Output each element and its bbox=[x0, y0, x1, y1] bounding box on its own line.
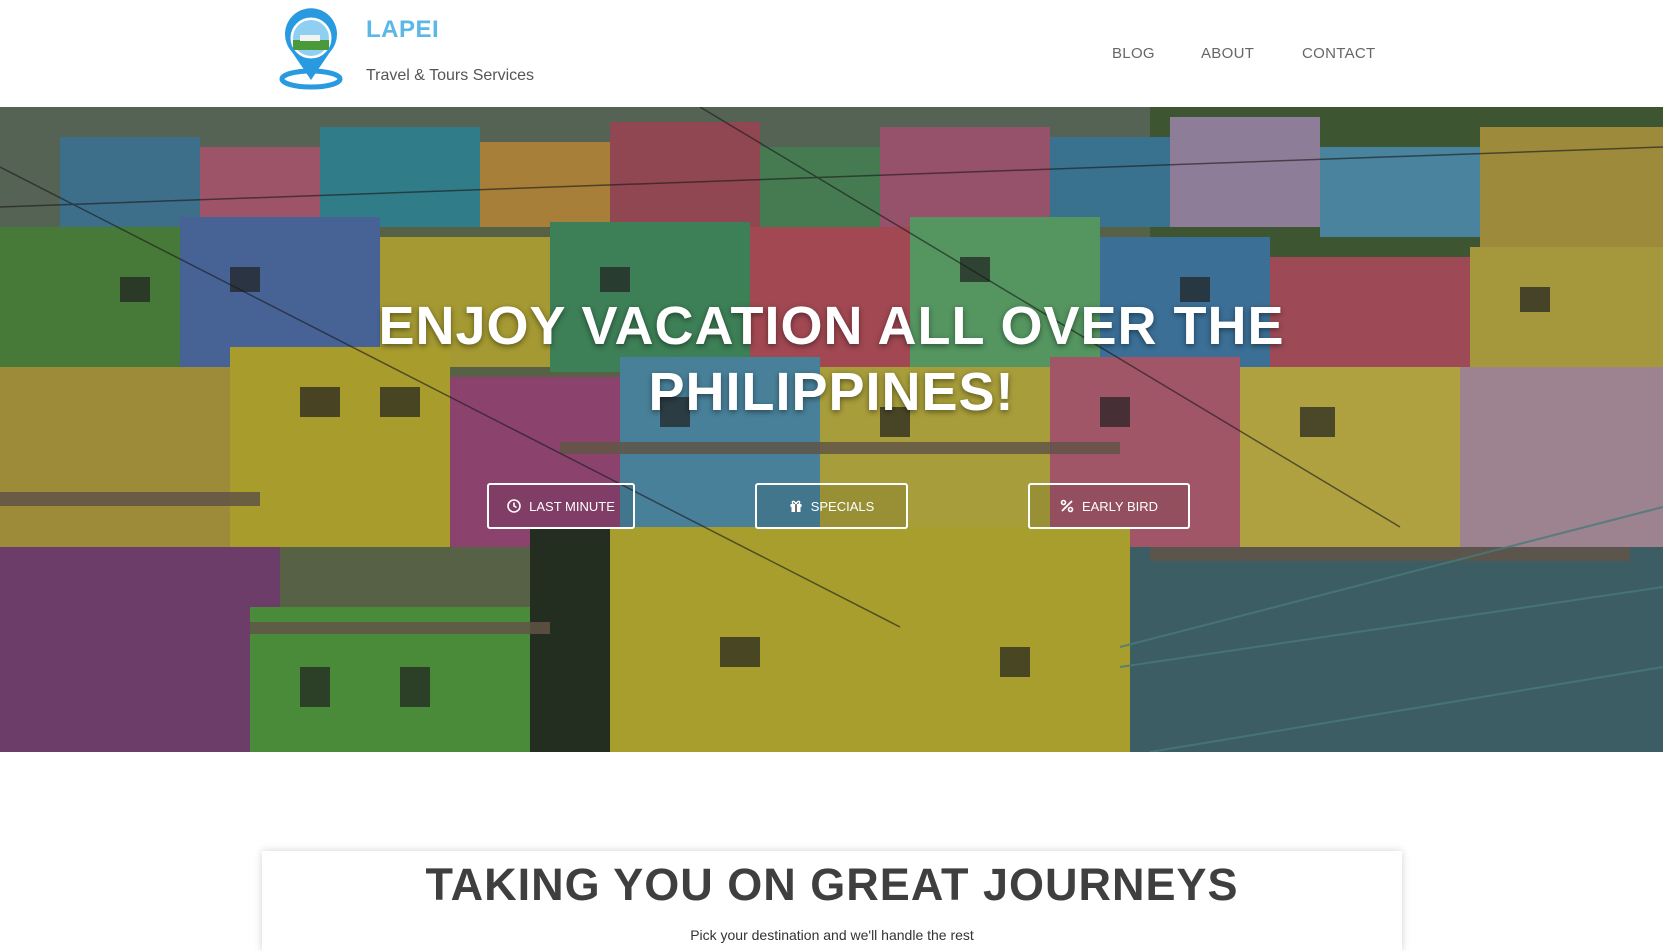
logo-pin-icon[interactable] bbox=[278, 8, 344, 90]
journeys-subtitle: Pick your destination and we'll handle t… bbox=[690, 927, 974, 943]
hero-title-line2: PHILIPPINES! bbox=[648, 362, 1015, 422]
percent-icon bbox=[1060, 499, 1074, 513]
site-header: LAPEI Travel & Tours Services BLOG ABOUT… bbox=[0, 0, 1663, 107]
hero-overlay bbox=[0, 107, 1663, 752]
brand-subtitle: Travel & Tours Services bbox=[366, 67, 535, 84]
nav-blog-link[interactable]: BLOG bbox=[1112, 45, 1155, 62]
nav-contact-link[interactable]: CONTACT bbox=[1302, 45, 1375, 62]
clock-icon bbox=[507, 499, 521, 513]
specials-label: SPECIALS bbox=[810, 498, 875, 514]
brand-title[interactable]: LAPEI bbox=[366, 16, 439, 44]
journeys-title: TAKING YOU ON GREAT JOURNEYS bbox=[425, 859, 1239, 910]
specials-button[interactable]: SPECIALS bbox=[755, 483, 908, 529]
early-bird-label: EARLY BIRD bbox=[1081, 498, 1159, 514]
journeys-card: TAKING YOU ON GREAT JOURNEYS Pick your d… bbox=[262, 851, 1402, 951]
hero-title-line1: ENJOY VACATION ALL OVER THE bbox=[378, 296, 1285, 356]
hero-banner: ENJOY VACATION ALL OVER THE PHILIPPINES!… bbox=[0, 107, 1663, 752]
last-minute-button[interactable]: LAST MINUTE bbox=[487, 483, 635, 529]
gift-icon bbox=[790, 500, 802, 512]
hero-title: ENJOY VACATION ALL OVER THE PHILIPPINES! bbox=[0, 293, 1663, 425]
last-minute-label: LAST MINUTE bbox=[529, 498, 615, 514]
nav-about-link[interactable]: ABOUT bbox=[1201, 45, 1254, 62]
early-bird-button[interactable]: EARLY BIRD bbox=[1028, 483, 1190, 529]
